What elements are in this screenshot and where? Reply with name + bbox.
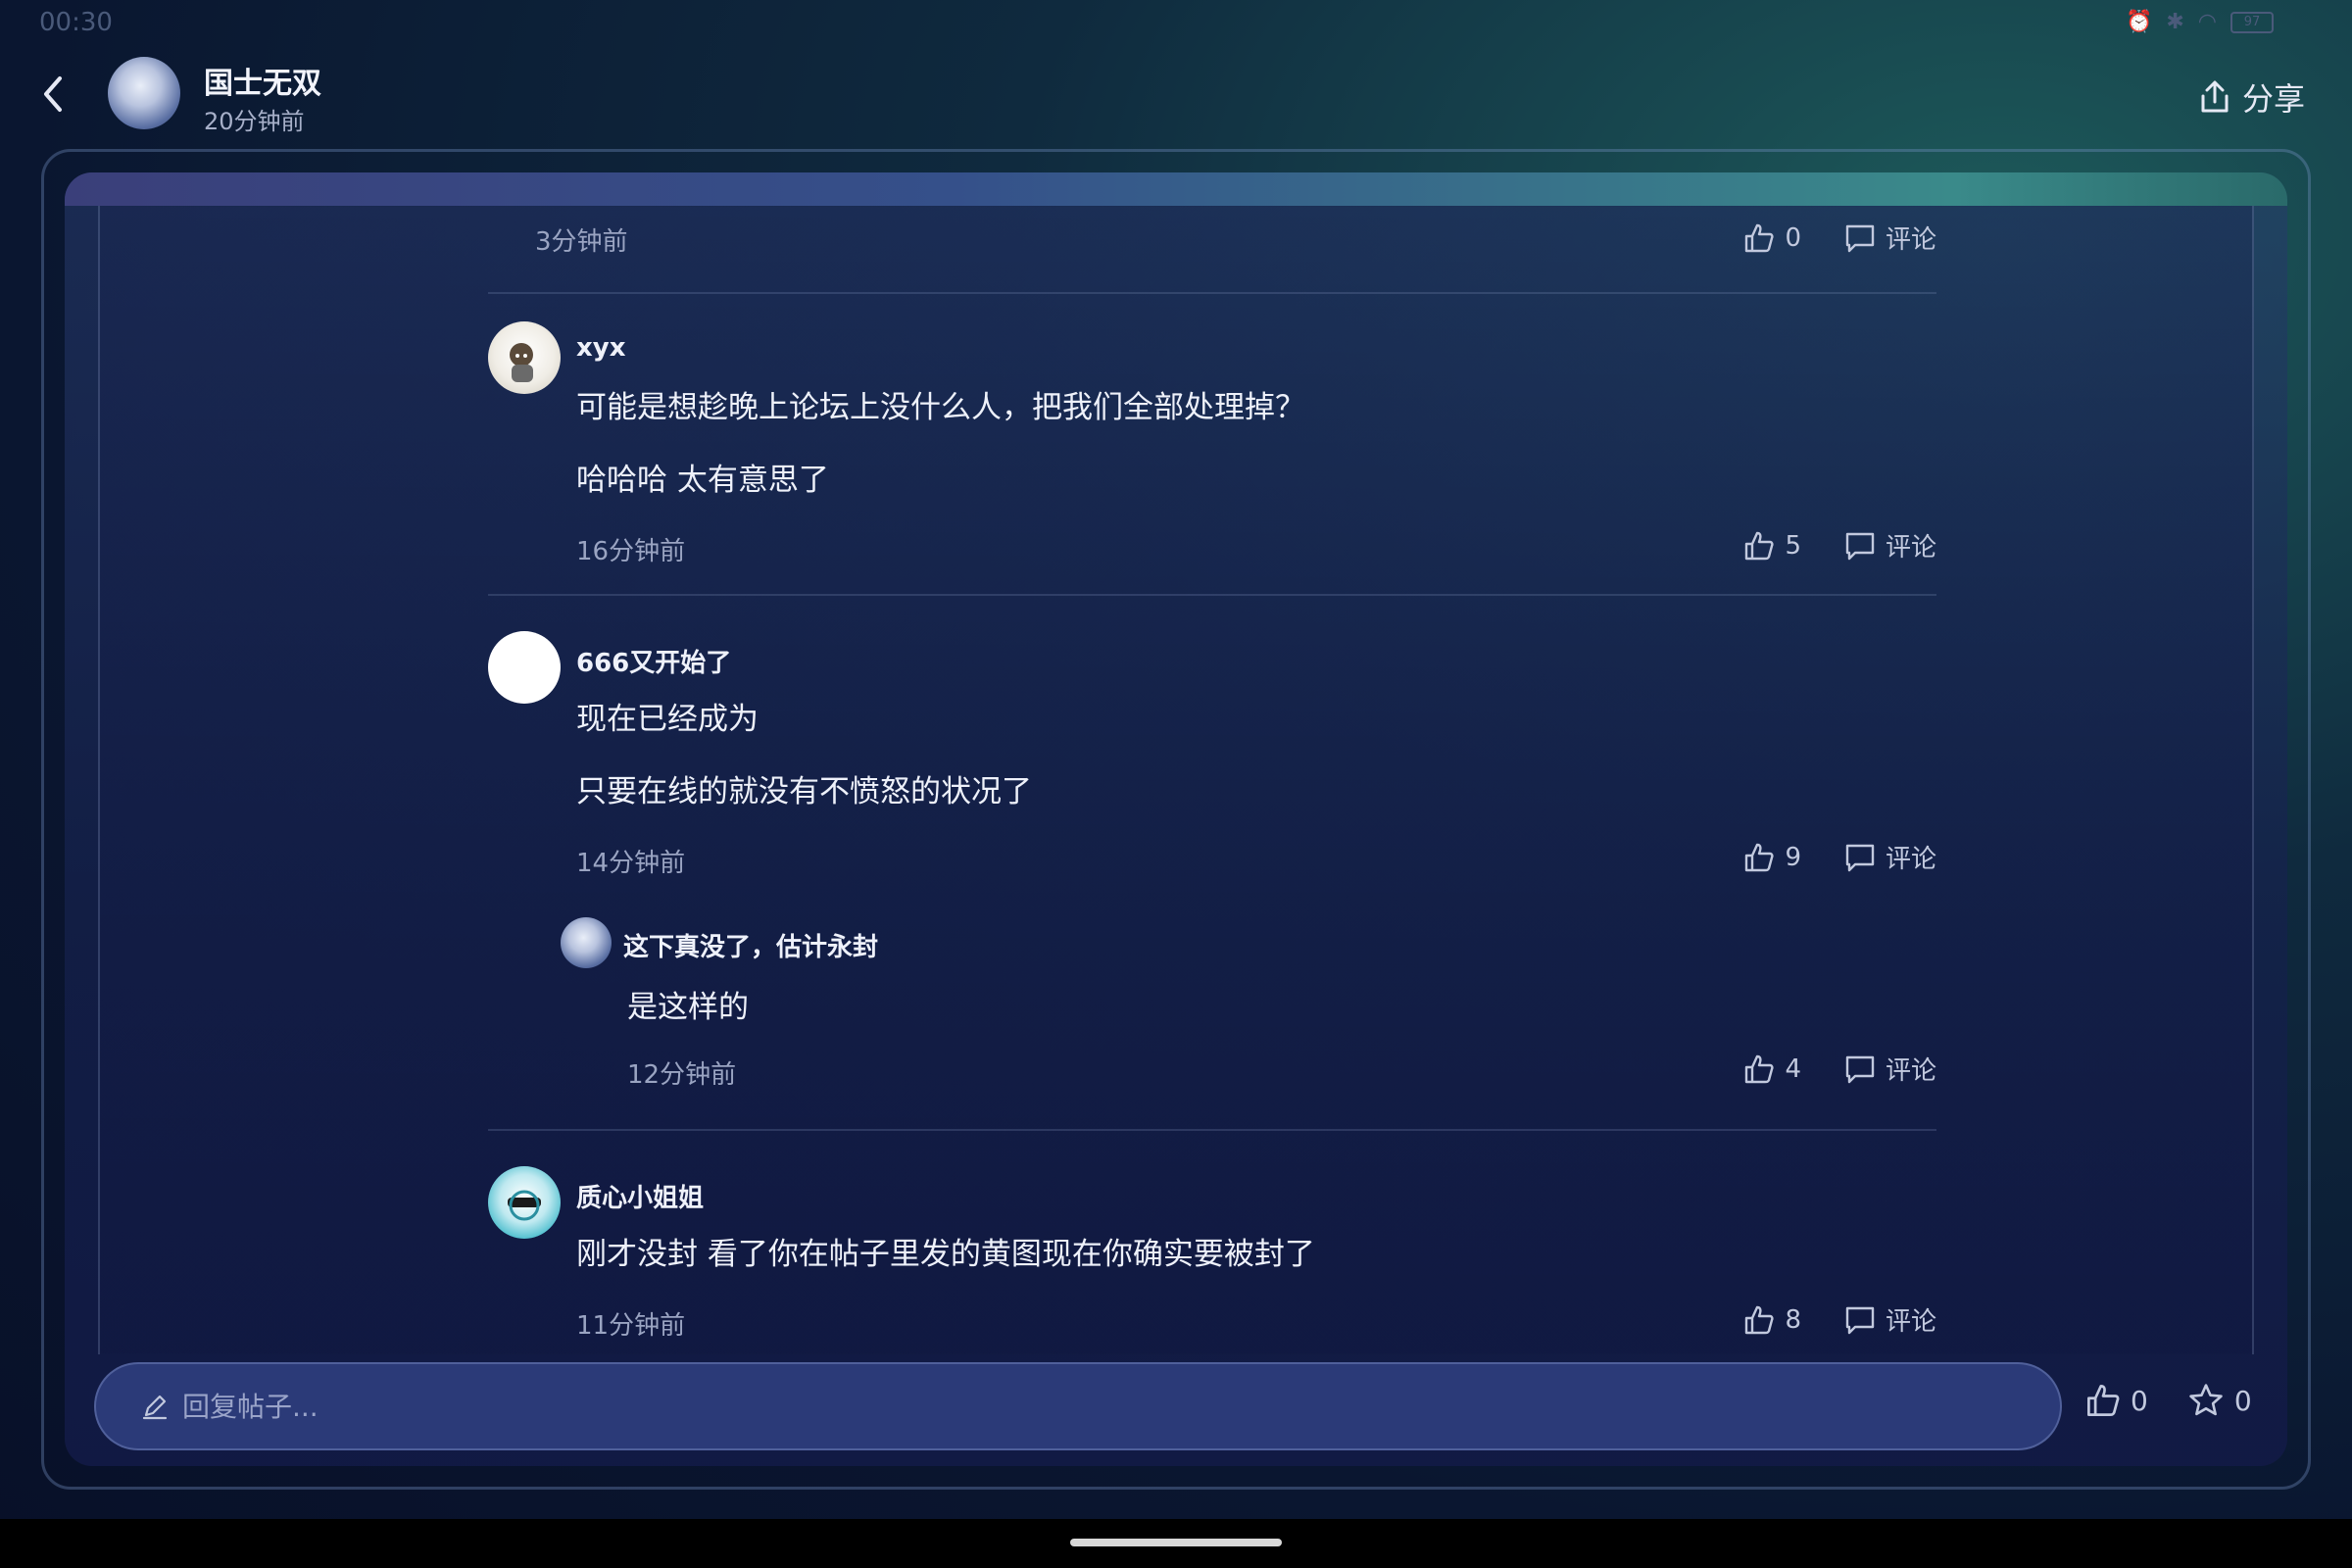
- comment-actions: 0 评论: [1743, 220, 1936, 256]
- reply-input[interactable]: [182, 1390, 1946, 1423]
- system-nav-bar: [0, 1519, 2352, 1568]
- favorite-button[interactable]: 0: [2187, 1382, 2252, 1419]
- thumbs-up-icon: [1745, 1305, 1775, 1334]
- comment-author[interactable]: 质心小姐姐: [576, 1178, 704, 1214]
- battery-icon: 97: [2230, 11, 2274, 33]
- like-count: 0: [1785, 222, 1801, 253]
- comment-text: 只要在线的就没有不愤怒的状况了: [576, 774, 1032, 809]
- thumbs-up-icon: [2087, 1385, 2120, 1416]
- comment-time: 12分钟前: [627, 1060, 737, 1090]
- comment-actions: 9 评论: [1743, 839, 1936, 875]
- comment-author[interactable]: 666又开始了: [576, 643, 731, 679]
- status-time: 00:30: [39, 8, 113, 37]
- comment-button[interactable]: 评论: [1844, 1301, 1936, 1338]
- comment-button[interactable]: 评论: [1844, 527, 1936, 564]
- alarm-icon: ⏰: [2125, 10, 2153, 34]
- like-button[interactable]: 9: [1743, 842, 1801, 873]
- comment-icon: [1845, 224, 1875, 252]
- favorite-count: 0: [2233, 1384, 2252, 1417]
- comment-actions: 5 评论: [1743, 527, 1936, 564]
- post-time: 20分钟前: [204, 108, 305, 135]
- like-button[interactable]: 0: [1743, 222, 1801, 254]
- reply-input-container[interactable]: [94, 1362, 2062, 1450]
- like-count: 4: [1785, 1054, 1801, 1084]
- home-handle[interactable]: [1070, 1539, 1282, 1546]
- comment-text: 刚才没封 看了你在帖子里发的黄图现在你确实要被封了: [576, 1237, 1315, 1272]
- author-avatar[interactable]: [108, 57, 180, 129]
- post-header: 国士无双 20分钟前 分享: [0, 47, 2352, 145]
- list-item: xyx 可能是想趁晚上论坛上没什么人，把我们全部处理掉？ 哈哈哈 太有意思了 1…: [488, 321, 1936, 586]
- comment-time: 3分钟前: [535, 227, 628, 257]
- comment-icon: [1845, 532, 1875, 560]
- like-count: 9: [1785, 842, 1801, 872]
- share-icon: [2201, 80, 2229, 113]
- post-actions: 0 0: [2085, 1382, 2252, 1419]
- comment-text: 哈哈哈 太有意思了: [576, 463, 829, 498]
- avatar-illustration: [510, 343, 533, 382]
- bluetooth-icon: ✱: [2166, 10, 2184, 34]
- user-avatar[interactable]: [488, 631, 561, 704]
- comment-author[interactable]: 这下真没了，估计永封: [623, 927, 878, 963]
- wifi-icon: ◠: [2197, 10, 2217, 34]
- comment-time: 11分钟前: [576, 1311, 686, 1341]
- comment-icon: [1845, 1055, 1875, 1083]
- pencil-icon: [142, 1395, 168, 1420]
- divider: [488, 594, 1936, 596]
- comment-actions: 8 评论: [1743, 1301, 1936, 1338]
- comment-text: 现在已经成为: [576, 702, 759, 737]
- comment-button[interactable]: 评论: [1844, 220, 1936, 256]
- comment-icon: [1845, 844, 1875, 871]
- post-like-button[interactable]: 0: [2085, 1383, 2148, 1418]
- like-button[interactable]: 4: [1743, 1054, 1801, 1085]
- star-icon: [2189, 1384, 2223, 1416]
- comments-list[interactable]: 3分钟前 0 评论 xyx 可能是想趁晚上论坛上没什么人，把我们全部处理掉？ 哈…: [98, 206, 2254, 1354]
- thumbs-up-icon: [1745, 531, 1775, 560]
- comment-label: 评论: [1885, 533, 1936, 563]
- comment-time: 14分钟前: [576, 849, 686, 878]
- comment-label: 评论: [1885, 845, 1936, 874]
- divider: [488, 292, 1936, 294]
- list-item: 666又开始了 现在已经成为 只要在线的就没有不愤怒的状况了 14分钟前 9 评…: [488, 631, 1936, 896]
- list-item: 质心小姐姐 刚才没封 看了你在帖子里发的黄图现在你确实要被封了 11分钟前 8 …: [488, 1166, 1936, 1354]
- post-like-count: 0: [2131, 1384, 2148, 1417]
- back-button[interactable]: [33, 74, 73, 114]
- comment-author[interactable]: xyx: [576, 333, 626, 363]
- comment-button[interactable]: 评论: [1844, 1051, 1936, 1087]
- user-avatar[interactable]: [488, 1166, 561, 1239]
- comment-actions: 4 评论: [1743, 1051, 1936, 1087]
- like-count: 8: [1785, 1304, 1801, 1335]
- comment-label: 评论: [1885, 225, 1936, 255]
- status-icons: ⏰ ✱ ◠ 97: [2126, 10, 2274, 34]
- comment-text: 可能是想趁晚上论坛上没什么人，把我们全部处理掉？: [576, 390, 1305, 425]
- like-button[interactable]: 5: [1743, 530, 1801, 562]
- comment-text: 是这样的: [627, 990, 749, 1025]
- panel-top-glow: [65, 172, 2287, 206]
- comment-icon: [1845, 1306, 1875, 1334]
- like-count: 5: [1785, 530, 1801, 561]
- comment-time: 16分钟前: [576, 537, 686, 566]
- list-item: 3分钟前 0 评论: [488, 206, 1936, 265]
- back-icon: [44, 76, 62, 112]
- user-avatar[interactable]: [561, 917, 612, 968]
- divider: [488, 1129, 1936, 1131]
- share-button[interactable]: 分享: [2199, 74, 2305, 120]
- comment-label: 评论: [1885, 1056, 1936, 1086]
- reply-item: 这下真没了，估计永封 是这样的 12分钟前 4 评论: [561, 917, 1936, 1103]
- share-label: 分享: [2241, 80, 2305, 118]
- user-avatar[interactable]: [488, 321, 561, 394]
- comment-button[interactable]: 评论: [1844, 839, 1936, 875]
- like-button[interactable]: 8: [1743, 1304, 1801, 1336]
- thumbs-up-icon: [1745, 1054, 1775, 1083]
- avatar-illustration: [508, 1190, 541, 1221]
- comments-panel: 3分钟前 0 评论 xyx 可能是想趁晚上论坛上没什么人，把我们全部处理掉？ 哈…: [65, 172, 2287, 1466]
- author-name[interactable]: 国士无双: [204, 59, 321, 102]
- status-bar: 00:30 ⏰ ✱ ◠ 97: [0, 0, 2352, 47]
- thumbs-up-icon: [1745, 843, 1775, 871]
- comment-label: 评论: [1885, 1307, 1936, 1337]
- thumbs-up-icon: [1745, 223, 1775, 252]
